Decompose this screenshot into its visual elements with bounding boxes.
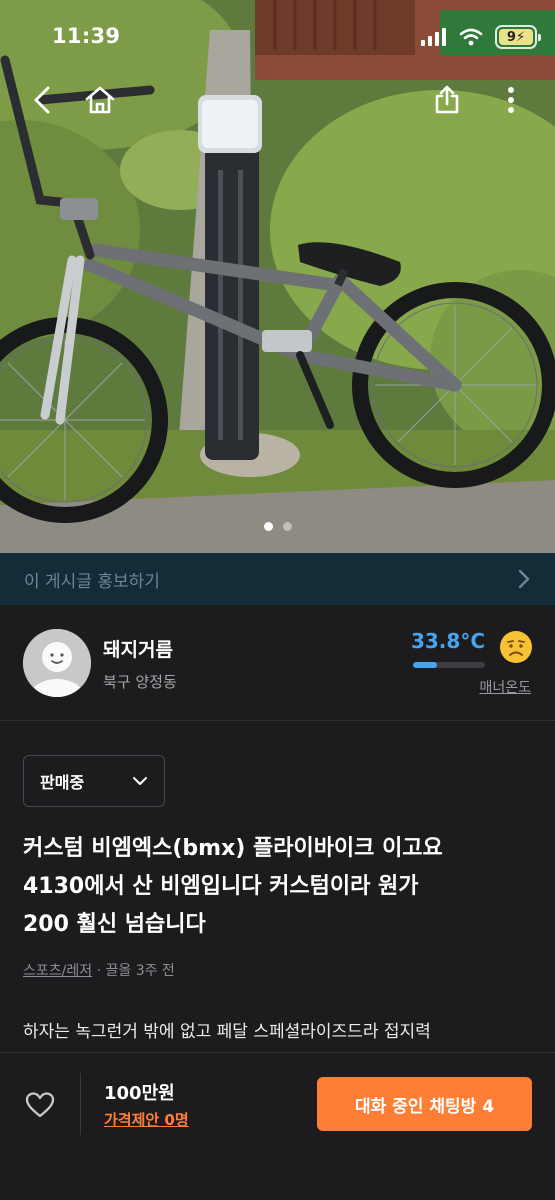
meta-separator: · [92,963,106,979]
home-button[interactable] [80,80,120,120]
post-title-line: 커스텀 비엠엑스(bmx) 플라이바이크 이고요 [23,836,443,861]
manner-temperature-value: 33.8°C [410,629,485,653]
default-avatar-icon [23,629,91,697]
cellular-signal-icon [421,28,446,46]
post-category-link[interactable]: 스포츠/레저 [23,963,92,979]
battery-icon: 9⚡ [495,25,541,49]
seller-location: 북구 양정동 [103,673,177,691]
chevron-right-icon [518,569,530,589]
price-offer-link[interactable]: 가격제안 0명 [104,1109,189,1130]
more-options-button[interactable] [491,80,531,120]
post-title-line: 200 훨신 넘습니다 [23,912,206,937]
chat-rooms-button[interactable]: 대화 중인 채팅방 4 [317,1077,532,1131]
promote-post-label: 이 게시글 홍보하기 [24,571,160,592]
worried-face-icon [500,631,532,663]
status-bar: 11:39 9⚡ [0,0,555,70]
promote-post-banner[interactable]: 이 게시글 홍보하기 [0,553,555,605]
post-title: 커스텀 비엠엑스(bmx) 플라이바이크 이고요 4130에서 산 비엠입니다 … [23,830,538,944]
avatar[interactable] [23,629,91,697]
post-time-ago: 끌올 3주 전 [105,963,175,979]
share-button[interactable] [427,80,467,120]
post-body: 하자는 녹그런거 밖에 없고 페달 스페셜라이즈드라 접지력 [23,1022,431,1042]
post-meta: 스포츠/레저 · 끌올 3주 전 [23,960,175,980]
sale-status-value: 판매중 [40,773,85,792]
manner-temperature-link[interactable]: 매너온도 [479,677,531,697]
chevron-down-icon [133,777,147,785]
seller-profile[interactable]: 돼지거름 북구 양정동 33.8°C 매너온도 [0,605,555,721]
back-button[interactable] [22,80,62,120]
sale-status-dropdown[interactable]: 판매중 [23,755,165,807]
heart-outline-icon [25,1092,55,1118]
home-icon [85,86,115,114]
divider [80,1073,81,1135]
battery-level: 9⚡ [499,29,533,45]
share-icon [435,85,459,114]
product-photo-carousel[interactable]: 11:39 9⚡ [0,0,555,553]
like-button[interactable] [18,1083,62,1127]
carousel-dot [282,522,292,531]
seller-name: 돼지거름 [103,639,173,661]
price: 100만원 [104,1083,175,1104]
wifi-icon [459,28,483,46]
carousel-dots [0,522,555,531]
more-vertical-icon [508,87,514,113]
status-icons: 9⚡ [421,24,541,50]
post-title-line: 4130에서 산 비엠입니다 커스텀이라 원가 [23,874,419,899]
manner-temperature-bar [413,662,485,668]
carousel-dot-active [263,522,273,531]
chevron-left-icon [34,86,50,114]
bottom-action-bar: 100만원 가격제안 0명 대화 중인 채팅방 4 [0,1052,555,1200]
status-time: 11:39 [52,24,121,48]
manner-temperature-fill [413,662,438,668]
